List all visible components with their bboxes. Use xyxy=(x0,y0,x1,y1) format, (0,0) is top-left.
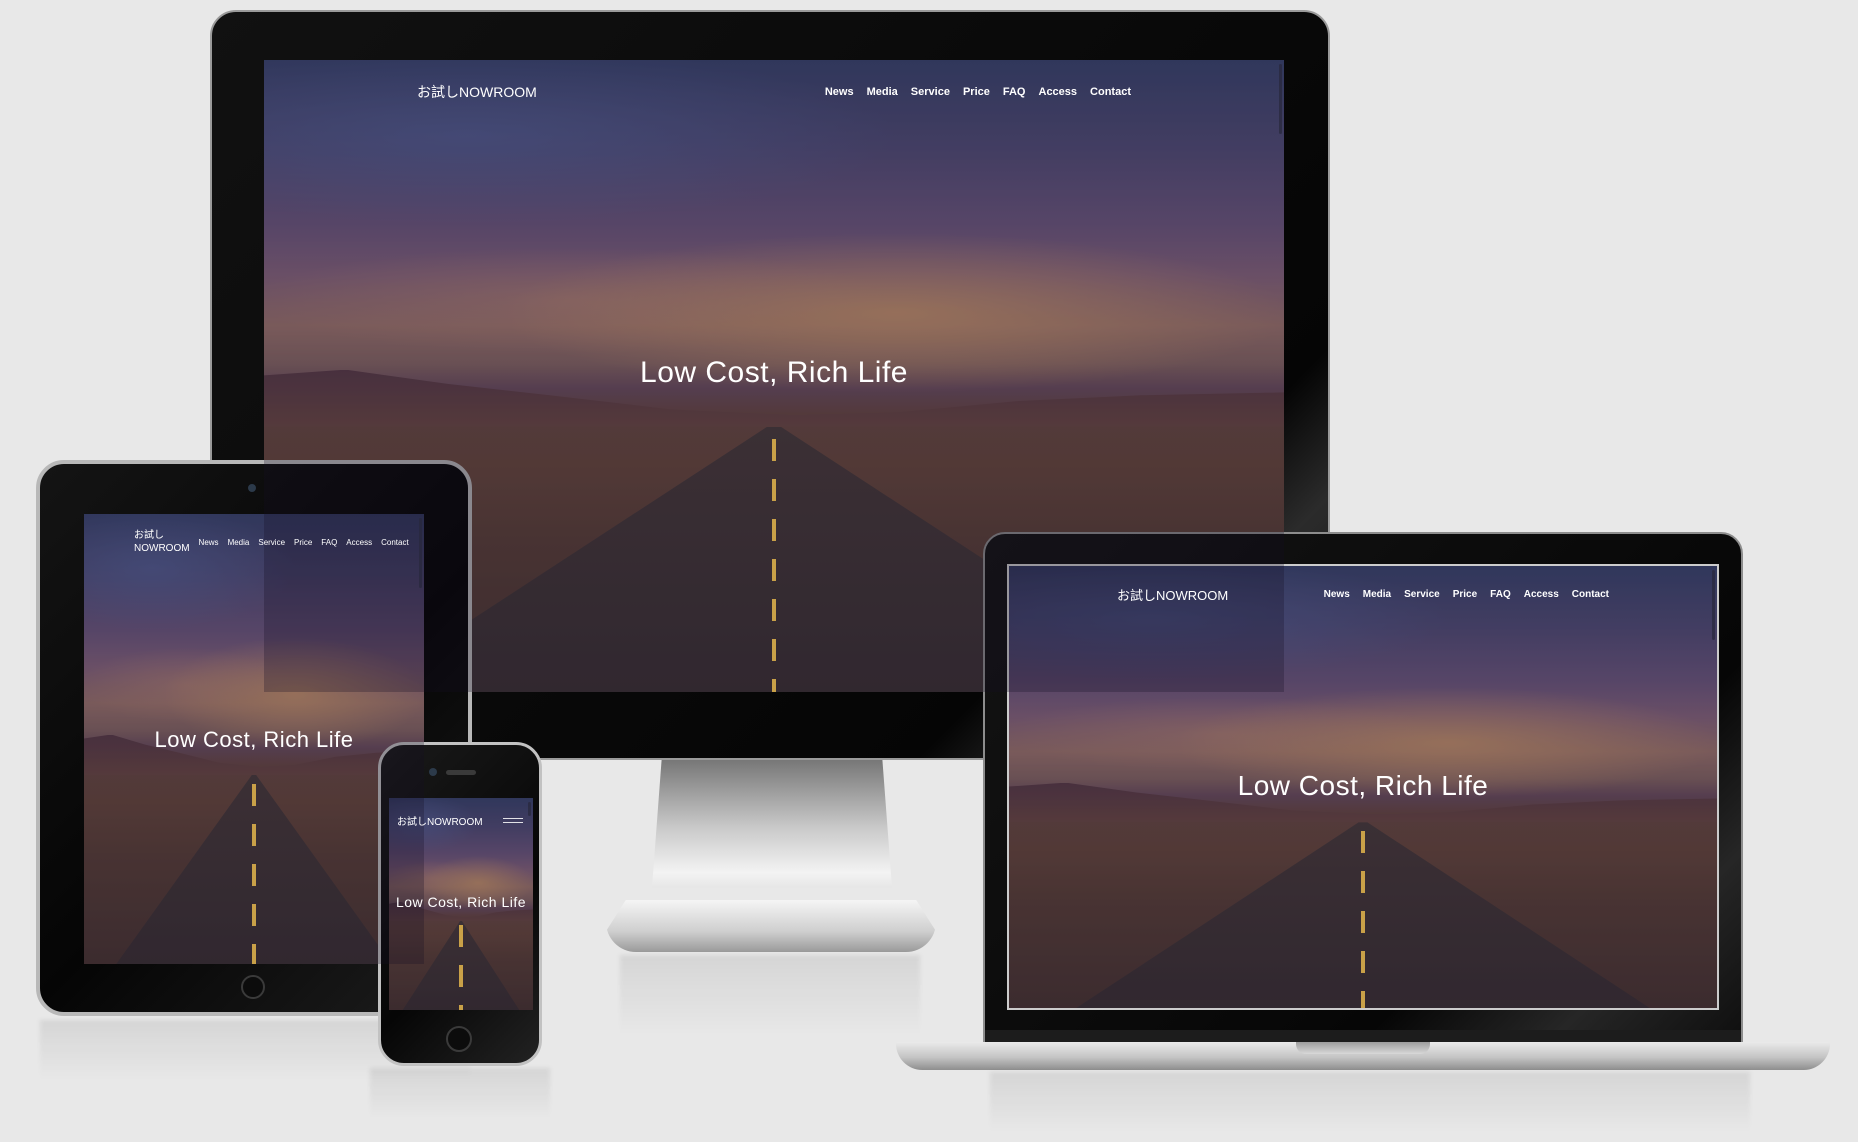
site-logo[interactable]: お試しNOWROOM xyxy=(417,82,537,102)
laptop-screen: お試しNOWROOM News Media Service Price FAQ … xyxy=(1007,564,1719,1010)
nav-price[interactable]: Price xyxy=(294,538,312,547)
site-header: お試し NOWROOM News Media Service Price FAQ… xyxy=(84,514,424,570)
site-logo-line1: お試し xyxy=(134,530,164,541)
phone-reflection xyxy=(370,1068,550,1118)
nav-contact[interactable]: Contact xyxy=(1090,86,1131,98)
nav-service[interactable]: Service xyxy=(911,86,950,98)
nav-price[interactable]: Price xyxy=(963,86,990,98)
hero-title: Low Cost, Rich Life xyxy=(640,356,908,389)
nav-faq[interactable]: FAQ xyxy=(1490,589,1511,600)
site-header: お試しNOWROOM xyxy=(389,798,533,842)
nav-media[interactable]: Media xyxy=(228,538,250,547)
speaker-icon xyxy=(446,770,476,775)
site-header: お試しNOWROOM News Media Service Price FAQ … xyxy=(264,60,1284,124)
nav-news[interactable]: News xyxy=(1324,589,1350,600)
nav-service[interactable]: Service xyxy=(1404,589,1440,600)
site-logo[interactable]: お試しNOWROOM xyxy=(1117,585,1228,604)
camera-icon xyxy=(429,768,437,776)
hero-title: Low Cost, Rich Life xyxy=(1237,770,1489,801)
home-button-icon xyxy=(446,1026,472,1052)
hamburger-line xyxy=(503,821,523,823)
phone-screen: お試しNOWROOM Low Cost, Rich Life xyxy=(389,798,533,1010)
site-logo-line2: NOWROOM xyxy=(134,543,190,554)
nav-contact[interactable]: Contact xyxy=(1572,589,1609,600)
site-nav: News Media Service Price FAQ Access Cont… xyxy=(812,86,1131,98)
site-logo[interactable]: お試しNOWROOM xyxy=(397,813,483,828)
camera-icon xyxy=(248,484,256,492)
home-button-icon xyxy=(241,975,265,999)
stand-reflection xyxy=(620,955,920,1035)
nav-media[interactable]: Media xyxy=(867,86,898,98)
road-centerline xyxy=(772,439,776,692)
nav-faq[interactable]: FAQ xyxy=(321,538,337,547)
hero-title: Low Cost, Rich Life xyxy=(154,727,354,752)
laptop-reflection xyxy=(990,1072,1750,1132)
hamburger-line xyxy=(503,817,523,819)
nav-access[interactable]: Access xyxy=(1524,589,1559,600)
desktop-monitor-base xyxy=(606,900,936,952)
nav-faq[interactable]: FAQ xyxy=(1003,86,1026,98)
nav-service[interactable]: Service xyxy=(258,538,285,547)
laptop-notch xyxy=(1296,1042,1430,1054)
nav-media[interactable]: Media xyxy=(1363,589,1391,600)
hero-title: Low Cost, Rich Life xyxy=(395,894,527,910)
nav-price[interactable]: Price xyxy=(1453,589,1477,600)
tablet-screen: お試し NOWROOM News Media Service Price FAQ… xyxy=(84,514,424,964)
road-centerline xyxy=(1361,831,1365,1008)
road-centerline xyxy=(459,925,463,1010)
nav-access[interactable]: Access xyxy=(1039,86,1078,98)
desktop-monitor-stand xyxy=(652,760,892,888)
site-logo[interactable]: お試し NOWROOM xyxy=(134,529,190,555)
site-nav: News Media Service Price FAQ Access Cont… xyxy=(190,538,409,547)
nav-news[interactable]: News xyxy=(199,538,219,547)
nav-access[interactable]: Access xyxy=(346,538,372,547)
site-nav: News Media Service Price FAQ Access Cont… xyxy=(1311,589,1609,600)
nav-contact[interactable]: Contact xyxy=(381,538,409,547)
hamburger-icon[interactable] xyxy=(503,817,523,823)
nav-news[interactable]: News xyxy=(825,86,854,98)
site-header: お試しNOWROOM News Media Service Price FAQ … xyxy=(1009,566,1717,622)
road-centerline xyxy=(252,784,256,964)
